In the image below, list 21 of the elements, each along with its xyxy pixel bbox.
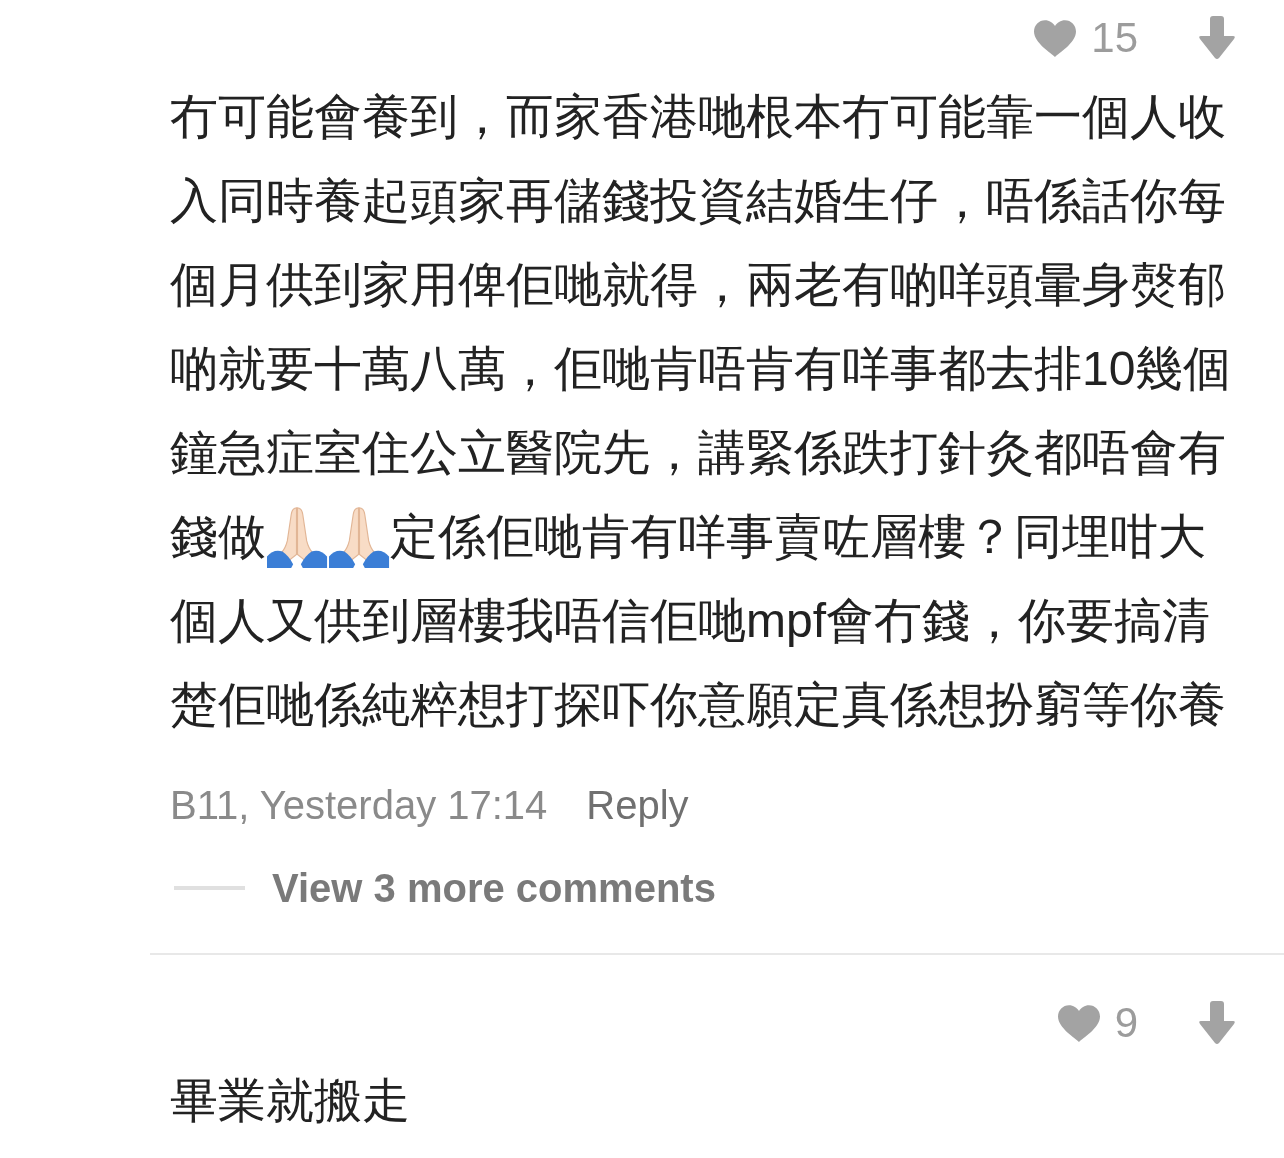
comment-text: 個人又供到層樓我唔信佢哋mpf會冇錢，你要搞清 <box>170 593 1210 649</box>
comment-text: 定係佢哋肯有咩事賣咗層樓？同埋咁大 <box>390 509 1206 565</box>
comment-text: 啲就要十萬八萬，佢哋肯唔肯有咩事都去排10幾個 <box>170 341 1232 397</box>
comment-text: 鐘急症室住公立醫院先，講緊係跌打針灸都唔會有 <box>170 425 1226 481</box>
comment-text: 畢業就搬走 <box>170 1073 410 1129</box>
heart-icon[interactable] <box>1057 1004 1100 1042</box>
comment-text: 錢做 <box>170 509 266 565</box>
reply-link[interactable]: Reply <box>586 781 689 829</box>
heart-icon[interactable] <box>1034 19 1077 57</box>
down-arrow-icon[interactable] <box>1198 16 1236 60</box>
more-comments-link[interactable]: View 3 more comments <box>272 864 716 912</box>
praying-hands-icon <box>328 506 390 568</box>
like-count: 15 <box>1091 14 1138 62</box>
comment-text: 楚佢哋係純粹想打探吓你意願定真係想扮窮等你養 <box>170 677 1226 733</box>
praying-hands-icon <box>266 506 328 568</box>
down-arrow-icon[interactable] <box>1198 1001 1236 1045</box>
comment-meta: B11, Yesterday 17:14 <box>170 782 548 829</box>
like-count: 9 <box>1114 999 1138 1047</box>
comment-text: 冇可能會養到，而家香港哋根本冇可能靠一個人收 <box>170 89 1226 145</box>
comment-text: 個月供到家用俾佢哋就得，兩老有啲咩頭暈身㷫郁 <box>170 257 1226 313</box>
comment-text: 入同時養起頭家再儲錢投資結婚生仔，唔係話你每 <box>170 173 1226 229</box>
